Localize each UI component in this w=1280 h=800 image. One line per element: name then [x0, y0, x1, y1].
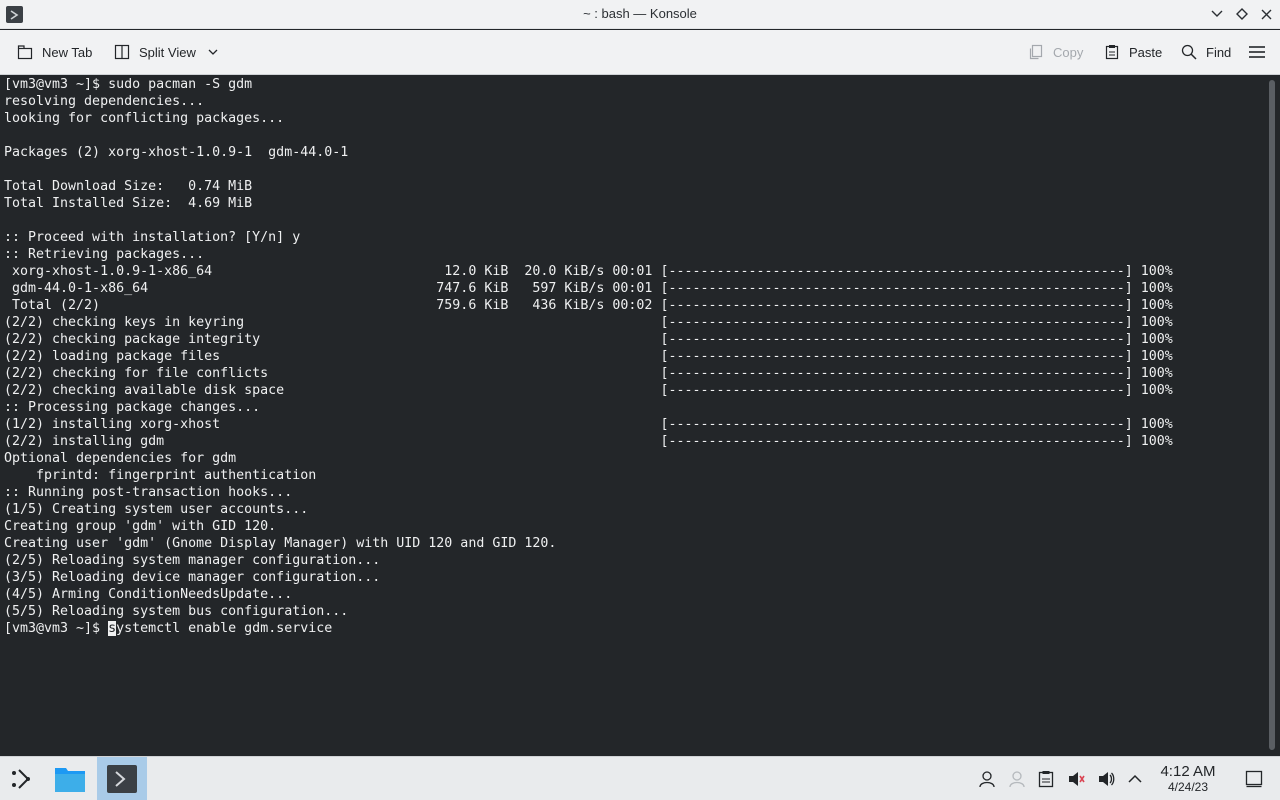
- terminal-line: (1/2) installing xorg-xhost [-----------…: [4, 417, 1173, 432]
- tray-expand-icon[interactable]: [1125, 769, 1145, 789]
- prompt: [vm3@vm3 ~]$: [4, 621, 109, 636]
- split-view-button[interactable]: Split View: [113, 38, 222, 66]
- konsole-icon: [107, 765, 137, 793]
- chevron-down-icon[interactable]: [204, 43, 222, 61]
- terminal-line: fprintd: fingerprint authentication: [4, 468, 317, 483]
- split-view-label: Split View: [139, 44, 196, 60]
- window-title: ~ : bash — Konsole: [583, 6, 697, 21]
- show-desktop-icon[interactable]: [1244, 769, 1264, 789]
- terminal-line: (5/5) Reloading system bus configuration…: [4, 604, 349, 619]
- title-bar[interactable]: ~ : bash — Konsole: [0, 0, 1280, 29]
- hamburger-menu-icon: [1248, 43, 1266, 61]
- terminal-line: Creating group 'gdm' with GID 120.: [4, 519, 277, 534]
- file-manager-icon[interactable]: [48, 757, 92, 800]
- terminal-line: (2/2) installing gdm [------------------…: [4, 434, 1173, 449]
- terminal-line: (2/2) checking keys in keyring [--------…: [4, 315, 1173, 330]
- terminal-line: xorg-xhost-1.0.9-1-x86_64 12.0 KiB 20.0 …: [4, 264, 1173, 279]
- volume-icon[interactable]: [1096, 769, 1116, 789]
- terminal-line: resolving dependencies...: [4, 94, 205, 109]
- new-tab-icon: [16, 43, 34, 61]
- terminal-scrollbar[interactable]: [1264, 76, 1280, 756]
- new-tab-label: New Tab: [42, 44, 93, 60]
- split-view-icon: [113, 43, 131, 61]
- terminal-line: (3/5) Reloading device manager configura…: [4, 570, 381, 585]
- terminal-line: gdm-44.0-1-x86_64 747.6 KiB 597 KiB/s 00…: [4, 281, 1173, 296]
- hamburger-menu-button[interactable]: [1248, 38, 1266, 66]
- terminal-line: :: Proceed with installation? [Y/n] y: [4, 230, 301, 245]
- konsole-task-button[interactable]: [97, 757, 147, 800]
- terminal-line: Creating user 'gdm' (Gnome Display Manag…: [4, 536, 557, 551]
- scrollbar-thumb[interactable]: [1269, 80, 1275, 750]
- minimize-icon[interactable]: [1206, 4, 1228, 24]
- find-button[interactable]: Find: [1180, 38, 1231, 66]
- copy-label: Copy: [1053, 44, 1084, 60]
- terminal-line: :: Retrieving packages...: [4, 247, 205, 262]
- terminal-line: :: Processing package changes...: [4, 400, 261, 415]
- terminal-line: [vm3@vm3 ~]$ sudo pacman -S gdm: [4, 77, 253, 92]
- terminal-line: (2/2) loading package files [-----------…: [4, 349, 1173, 364]
- terminal-line: looking for conflicting packages...: [4, 111, 285, 126]
- terminal-text: [vm3@vm3 ~]$ sudo pacman -S gdm resolving…: [4, 76, 1173, 620]
- prompt-line[interactable]: [vm3@vm3 ~]$ systemctl enable gdm.servic…: [4, 620, 332, 637]
- new-tab-button[interactable]: New Tab: [16, 38, 92, 66]
- user-icon[interactable]: [977, 769, 997, 789]
- command-input[interactable]: ystemctl enable gdm.service: [116, 621, 332, 636]
- notifications-muted-icon[interactable]: [1066, 769, 1086, 789]
- terminal-line: Total Download Size: 0.74 MiB: [4, 179, 253, 194]
- terminal-line: (2/2) checking for file conflicts [-----…: [4, 366, 1173, 381]
- terminal-line: (1/5) Creating system user accounts...: [4, 502, 309, 517]
- terminal-line: Total Installed Size: 4.69 MiB: [4, 196, 253, 211]
- terminal-line: (2/2) checking available disk space [---…: [4, 383, 1173, 398]
- app-launcher-icon[interactable]: [0, 757, 44, 800]
- network-icon[interactable]: [1007, 769, 1027, 789]
- terminal-line: Total (2/2) 759.6 KiB 436 KiB/s 00:02 [-…: [4, 298, 1173, 313]
- terminal-output[interactable]: [vm3@vm3 ~]$ sudo pacman -S gdm resolving…: [0, 76, 1264, 756]
- taskbar: 4:12 AM 4/24/23: [0, 756, 1280, 800]
- paste-icon: [1103, 43, 1121, 61]
- copy-button[interactable]: Copy: [1027, 38, 1083, 66]
- close-icon[interactable]: [1255, 4, 1277, 24]
- copy-icon: [1027, 43, 1045, 61]
- terminal-line: (4/5) Arming ConditionNeedsUpdate...: [4, 587, 293, 602]
- clock-date: 4/24/23: [1167, 780, 1209, 794]
- search-icon: [1180, 43, 1198, 61]
- paste-button[interactable]: Paste: [1103, 38, 1162, 66]
- terminal-line: (2/5) Reloading system manager configura…: [4, 553, 381, 568]
- find-label: Find: [1206, 44, 1232, 60]
- text-cursor: s: [108, 621, 117, 636]
- terminal-line: Packages (2) xorg-xhost-1.0.9-1 gdm-44.0…: [4, 145, 349, 160]
- clock-time: 4:12 AM: [1160, 763, 1216, 780]
- clipboard-icon[interactable]: [1036, 769, 1056, 789]
- terminal-line: :: Running post-transaction hooks...: [4, 485, 293, 500]
- toolbar: New Tab Split View Copy Paste Find: [0, 30, 1280, 75]
- clock[interactable]: 4:12 AM 4/24/23: [1150, 763, 1226, 794]
- terminal-line: (2/2) checking package integrity [------…: [4, 332, 1173, 347]
- maximize-icon[interactable]: [1231, 4, 1253, 24]
- paste-label: Paste: [1129, 44, 1163, 60]
- terminal-line: Optional dependencies for gdm: [4, 451, 237, 466]
